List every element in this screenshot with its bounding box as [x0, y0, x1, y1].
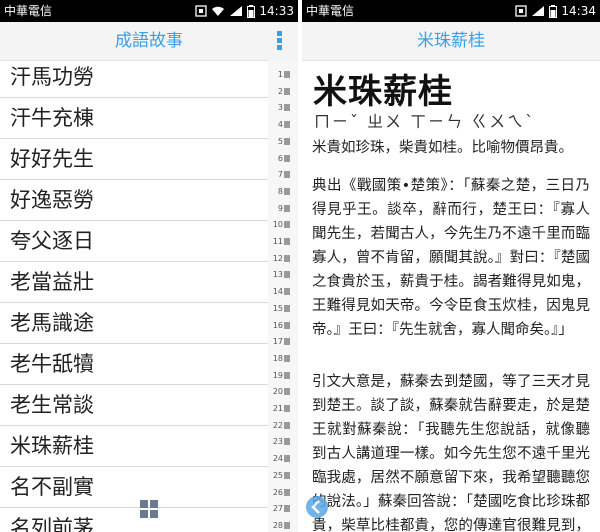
list-item-label: 夸父逐日 — [10, 229, 94, 253]
index-number[interactable]: 14 — [273, 287, 290, 297]
list-item-label: 老生常談 — [10, 393, 94, 417]
overflow-menu-button[interactable] — [276, 31, 284, 51]
index-number[interactable]: 5 — [278, 137, 290, 147]
wifi-icon — [212, 6, 225, 16]
list-item[interactable]: 好逸惡勞 — [0, 180, 298, 221]
list-item[interactable]: 米珠薪桂 — [0, 426, 298, 467]
app-title: 米珠薪桂 — [417, 31, 485, 51]
clock: 14:33 — [259, 4, 294, 18]
list-item[interactable]: 老牛舐犢 — [0, 344, 298, 385]
list-item-label: 名不副實 — [10, 475, 94, 499]
index-number[interactable]: 15 — [273, 304, 290, 314]
arrow-left-icon — [311, 500, 320, 514]
meaning-text: 米貴如珍珠，柴貴如桂。比喻物價昂貴。 — [312, 140, 573, 156]
back-button[interactable] — [306, 496, 328, 518]
index-number[interactable]: 7 — [278, 170, 290, 180]
notification-icon — [195, 5, 208, 17]
index-number[interactable]: 6 — [278, 154, 290, 164]
index-number[interactable]: 12 — [273, 254, 290, 264]
status-bar: 中華電信 14:34 — [302, 0, 600, 22]
index-number[interactable]: 19 — [273, 371, 290, 381]
index-number[interactable]: 27 — [273, 504, 290, 514]
app-bar: 米珠薪桂 — [302, 22, 600, 61]
list-item-label: 老當益壯 — [10, 270, 94, 294]
grid-view-button[interactable] — [140, 500, 158, 518]
status-icons: 14:33 — [195, 0, 294, 22]
idiom-heading: 米珠薪桂 — [313, 72, 453, 112]
grid-icon — [140, 500, 148, 508]
list-item[interactable]: 夸父逐日 — [0, 221, 298, 262]
list-item-label: 米珠薪桂 — [10, 434, 94, 458]
index-number[interactable]: 22 — [273, 421, 290, 431]
list-item-label: 好好先生 — [10, 147, 94, 171]
index-number[interactable]: 17 — [273, 337, 290, 347]
index-number[interactable]: 1 — [278, 70, 290, 80]
status-bar: 中華電信 14:33 — [0, 0, 298, 22]
menu-dots-icon — [277, 31, 282, 36]
list-item-label: 汗馬功勞 — [10, 65, 94, 89]
index-number[interactable]: 25 — [273, 471, 290, 481]
list-item[interactable]: 老當益壯 — [0, 262, 298, 303]
index-number[interactable]: 18 — [273, 354, 290, 364]
list-item-label: 好逸惡勞 — [10, 188, 94, 212]
index-number[interactable]: 3 — [278, 103, 290, 113]
index-number[interactable]: 28 — [273, 521, 290, 531]
battery-icon — [247, 4, 256, 18]
index-number[interactable]: 23 — [273, 437, 290, 447]
app-title: 成語故事 — [115, 31, 183, 51]
list-item[interactable]: 汗牛充棟 — [0, 98, 298, 139]
list-item[interactable]: 好好先生 — [0, 139, 298, 180]
right-screen: 中華電信 14:34 米珠薪桂 米珠薪桂 ㄇㄧˇ ㄓㄨ ㄒㄧㄣ ㄍㄨㄟˋ 米貴如… — [302, 0, 600, 532]
index-scrollbar[interactable]: 1 2 3 4 5 6 7 8 9 10 11 12 13 14 15 16 17 18 19 20 21 22 23 24 2… — [268, 60, 298, 532]
explanation-text: 引文大意是，蘇秦去到楚國，等了三天才見到楚王。談了談，蘇秦就告辭要走，於是楚王就… — [312, 374, 590, 532]
index-number[interactable]: 11 — [273, 237, 290, 247]
list-item-label: 老馬識途 — [10, 311, 94, 335]
index-number[interactable]: 8 — [278, 187, 290, 197]
list-item[interactable]: 老馬識途 — [0, 303, 298, 344]
status-icons: 14:34 — [515, 0, 596, 22]
list-item-label: 老牛舐犢 — [10, 352, 94, 376]
carrier-label: 中華電信 — [4, 4, 53, 18]
list-item-label: 名列前茅 — [10, 516, 94, 532]
signal-icon — [532, 6, 545, 16]
index-number[interactable]: 16 — [273, 321, 290, 331]
index-number[interactable]: 24 — [273, 454, 290, 464]
carrier-label: 中華電信 — [306, 4, 355, 18]
index-number[interactable]: 13 — [273, 270, 290, 280]
list-item[interactable]: 汗馬功勞 — [0, 57, 298, 98]
index-number[interactable]: 21 — [273, 404, 290, 414]
notification-icon — [515, 5, 528, 17]
app-bar: 成語故事 — [0, 22, 298, 61]
left-screen: 中華電信 14:33 成語故事 汗馬功勞 汗牛充棟 好好先生 好逸惡勞 夸父逐日… — [0, 0, 298, 532]
index-number[interactable]: 2 — [278, 87, 290, 97]
idiom-list: 汗馬功勞 汗牛充棟 好好先生 好逸惡勞 夸父逐日 老當益壯 老馬識途 老牛舐犢 … — [0, 57, 298, 532]
list-item-label: 汗牛充棟 — [10, 106, 94, 130]
index-number[interactable]: 4 — [278, 120, 290, 130]
source-text: 典出《戰國策•楚策》：「蘇秦之楚，三日乃得見乎王。談卒，辭而行，楚王曰：『寡人聞… — [312, 178, 590, 338]
index-number[interactable]: 26 — [273, 488, 290, 498]
battery-icon — [549, 4, 558, 18]
index-number[interactable]: 20 — [273, 387, 290, 397]
index-number[interactable]: 9 — [278, 204, 290, 214]
clock: 14:34 — [561, 4, 596, 18]
zhuyin-pronunciation: ㄇㄧˇ ㄓㄨ ㄒㄧㄣ ㄍㄨㄟˋ — [314, 112, 536, 131]
signal-icon — [230, 6, 243, 16]
index-number[interactable]: 10 — [273, 220, 290, 230]
list-item[interactable]: 老生常談 — [0, 385, 298, 426]
